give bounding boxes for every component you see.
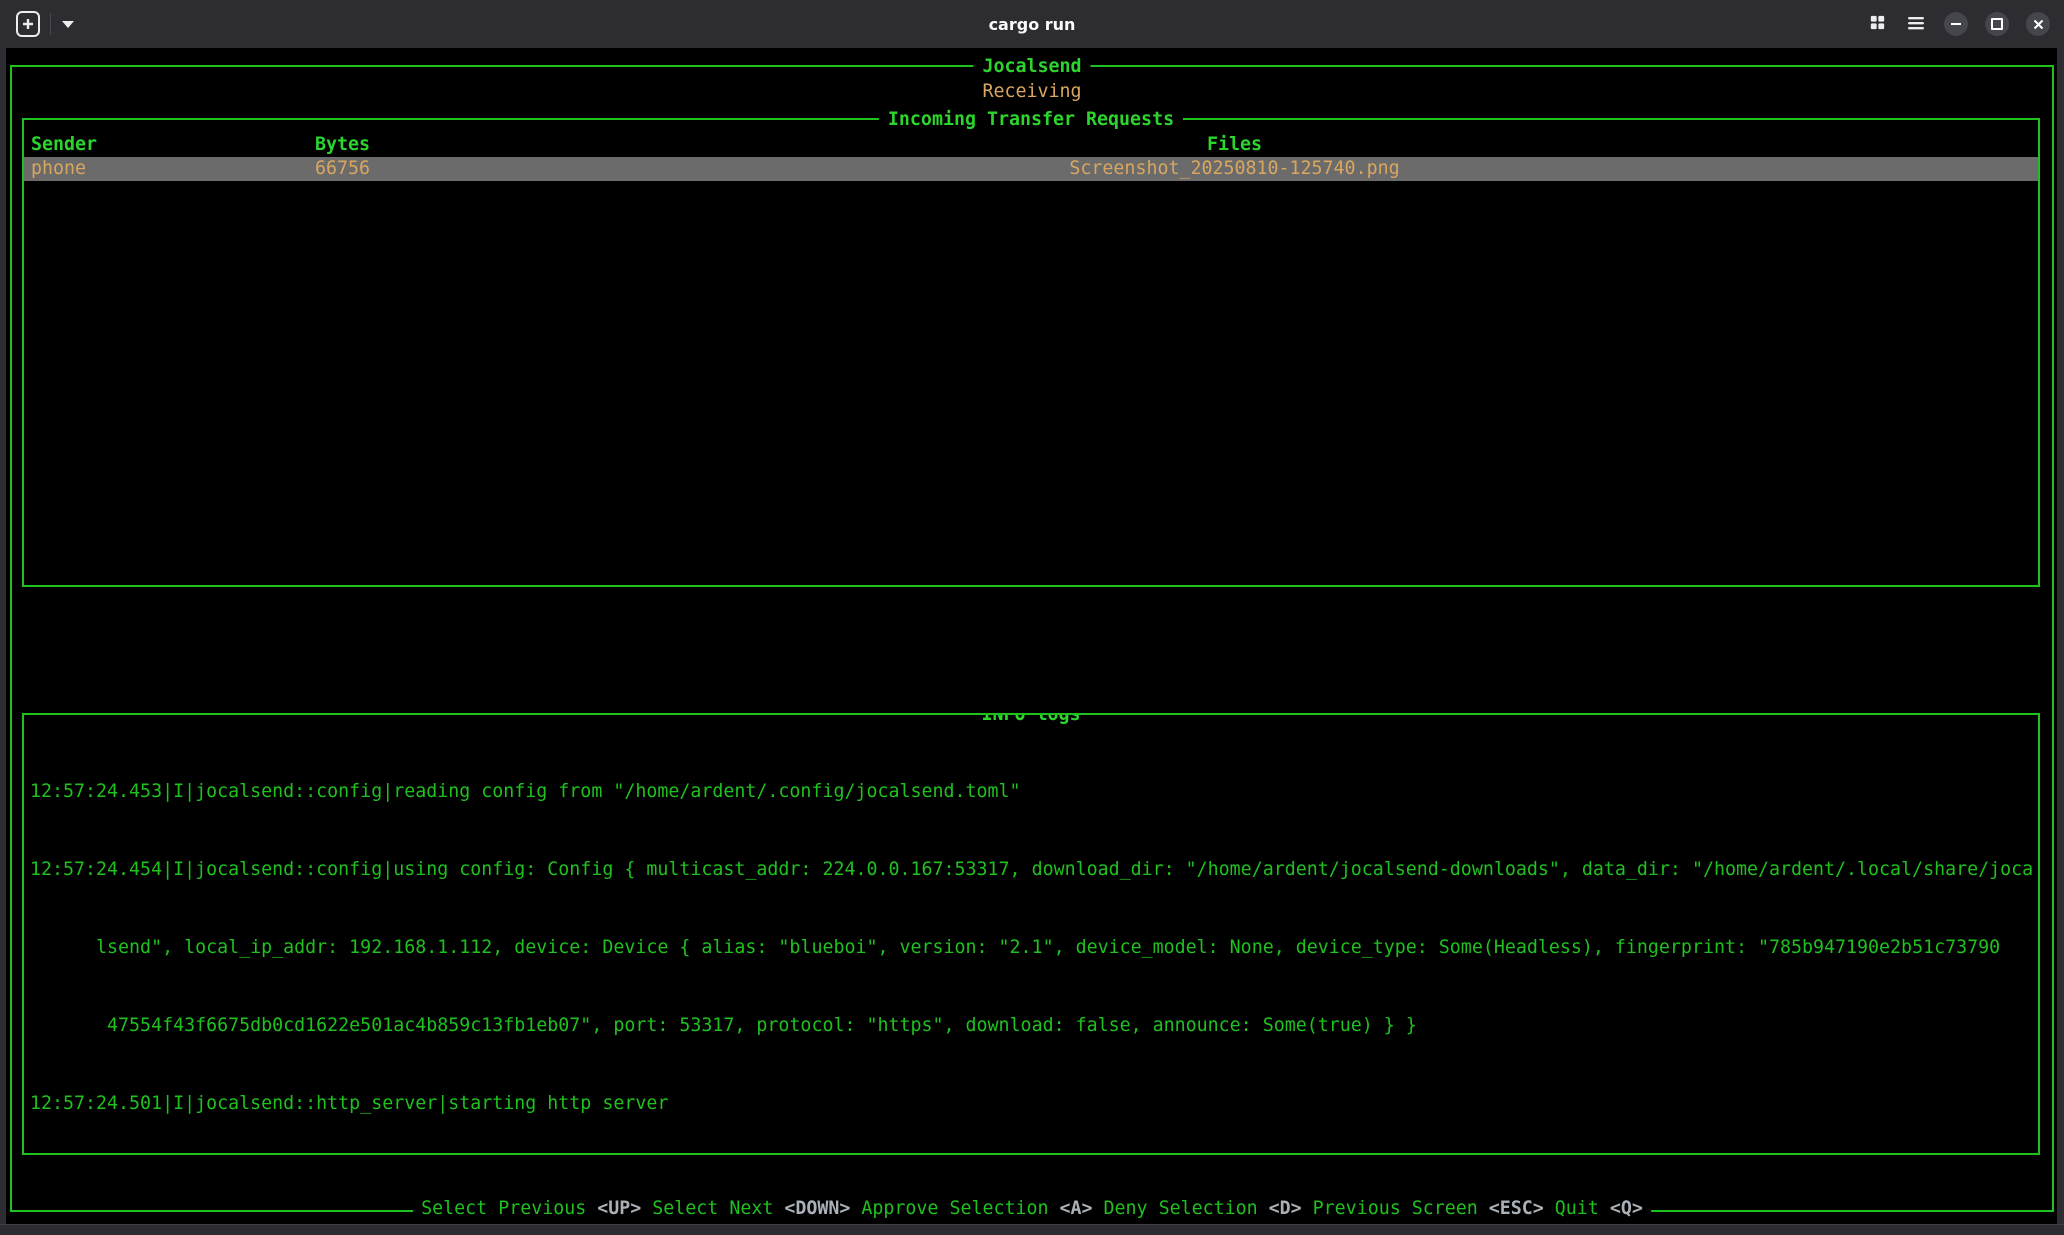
column-header-files: Files [431,132,2038,157]
shortcut-label: Select Next [652,1196,773,1222]
terminal-window: cargo run [0,0,2064,1235]
maximize-icon [1991,18,2003,30]
column-header-bytes: Bytes [315,132,431,157]
incoming-requests-title: Incoming Transfer Requests [879,107,1183,133]
shortcut-key: <DOWN> [784,1196,850,1222]
shortcut-label: Select Previous [421,1196,586,1222]
maximize-button[interactable] [1985,12,2009,36]
incoming-requests-panel: Incoming Transfer Requests Sender Bytes … [22,118,2040,587]
shortcut-key: <D> [1269,1196,1302,1222]
minimize-button[interactable] [1944,12,1968,36]
window-edge-right [2057,48,2064,1235]
app-title: Jocalsend [973,54,1090,80]
shortcut-label: Deny Selection [1104,1196,1258,1222]
titlebar: cargo run [0,0,2064,48]
shortcut-label: Approve Selection [861,1196,1048,1222]
info-logs-panel: INFO logs 12:57:24.453|I|jocalsend::conf… [22,713,2040,1155]
window-edge-bottom [0,1224,2064,1235]
shortcut-key: <UP> [597,1196,641,1222]
grid-icon [1870,14,1885,35]
shortcut-label: Quit [1555,1196,1599,1222]
log-line: 12:57:24.501|I|jocalsend::http_server|st… [30,1091,2038,1117]
log-lines: 12:57:24.453|I|jocalsend::config|reading… [24,727,2038,1155]
shortcut-label: Previous Screen [1313,1196,1478,1222]
mode-label: Receiving [12,79,2052,105]
hamburger-icon [1908,14,1924,35]
close-icon [2033,14,2044,35]
column-header-sender: Sender [31,132,315,157]
window-edge-left [0,48,6,1235]
titlebar-right-controls [1866,0,2050,48]
cell-bytes: 66756 [315,157,431,181]
log-line: 12:57:24.454|I|jocalsend::config|using c… [30,857,2038,883]
shortcut-quit: Quit <Q> [1555,1196,1643,1222]
info-logs-title: INFO logs [972,713,1089,728]
requests-table-header: Sender Bytes Files [24,132,2038,157]
shortcut-previous-screen: Previous Screen <ESC> [1313,1196,1544,1222]
shortcut-deny: Deny Selection <D> [1104,1196,1302,1222]
window-title: cargo run [0,0,2064,48]
menu-button[interactable] [1905,13,1927,35]
minimize-icon [1951,23,1961,25]
shortcut-key: <ESC> [1489,1196,1544,1222]
shortcut-select-next: Select Next <DOWN> [652,1196,850,1222]
tab-overview-button[interactable] [1866,13,1888,35]
log-line: 47554f43f6675db0cd1622e501ac4b859c13fb1e… [30,1013,2038,1039]
log-line: 12:57:24.453|I|jocalsend::config|reading… [30,779,2038,805]
shortcut-key: <A> [1060,1196,1093,1222]
log-line: lsend", local_ip_addr: 192.168.1.112, de… [30,935,2038,961]
shortcut-select-previous: Select Previous <UP> [421,1196,641,1222]
transfer-request-row[interactable]: phone 66756 Screenshot_20250810-125740.p… [24,157,2038,181]
shortcut-approve: Approve Selection <A> [861,1196,1092,1222]
cell-files: Screenshot_20250810-125740.png [431,157,2038,181]
shortcut-key: <Q> [1610,1196,1643,1222]
close-button[interactable] [2026,12,2050,36]
cell-sender: phone [31,157,315,181]
shortcuts-bar: Select Previous <UP> Select Next <DOWN> Ap… [413,1196,1651,1222]
